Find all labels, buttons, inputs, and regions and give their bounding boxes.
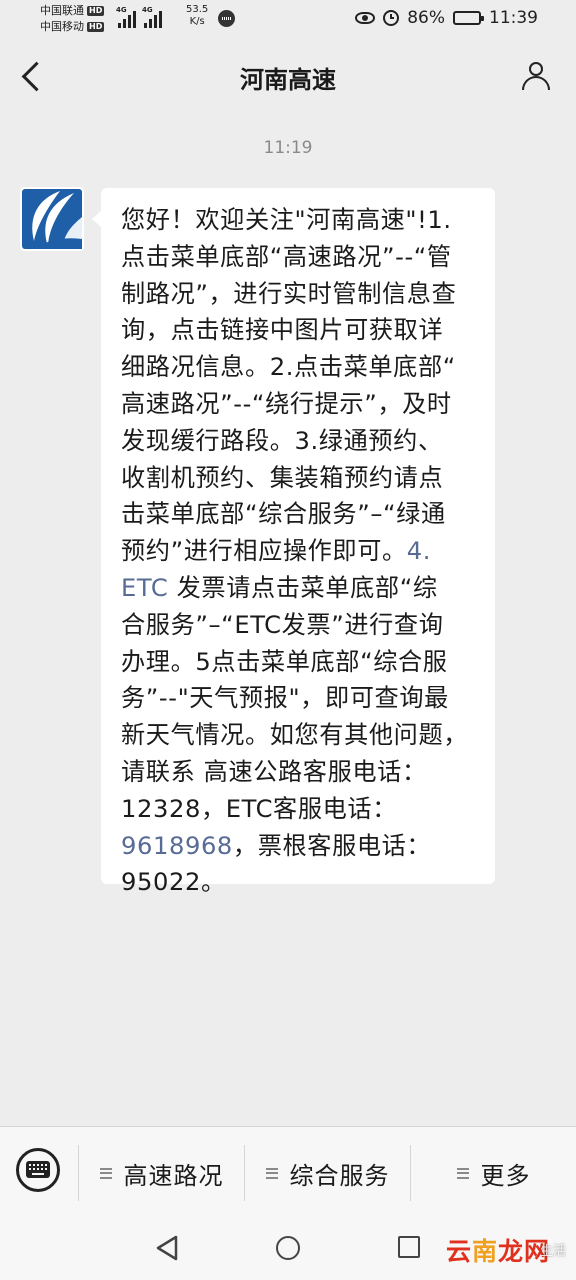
nav-recent-apps-icon[interactable] [398, 1236, 420, 1258]
watermark-logo: 云南龙网 [446, 1232, 550, 1268]
watermark-char: 龙 [498, 1237, 525, 1266]
system-nav-bar: 云南龙网 生活 [0, 1218, 576, 1280]
message-text-segment: ，票根客服电话： [232, 831, 432, 860]
net-speed-unit: K/s [189, 16, 205, 27]
nav-home-icon[interactable] [276, 1236, 300, 1260]
message-line: 务”--"天气预报"，即可查询最 [121, 684, 449, 713]
nav-back-icon[interactable] [154, 1234, 180, 1262]
signal-indicators: 4G 4G [116, 6, 162, 28]
hd-badge: HD [87, 6, 105, 16]
message-line: 高速路况”--“绕行提示”，及时 [121, 389, 452, 418]
menu-item-services[interactable]: 综合服务 [245, 1127, 410, 1219]
network-type-label: 4G [116, 6, 127, 14]
message-line: 制路况”，进行实时管制信息查 [121, 279, 457, 308]
message-line: 合服务”–“ETC发票”进行查询 [121, 610, 444, 639]
message-line: 您好！欢迎关注"河南高速"!1. [121, 206, 452, 234]
watermark-char: 云 [446, 1237, 473, 1266]
status-bar: 中国联通 HD 中国移动 HD 4G 4G 53.5 K/s 86% 11:39 [0, 0, 576, 40]
message-text-segment: 发票请点击菜单底部“综 [168, 573, 438, 602]
account-avatar[interactable] [20, 187, 84, 251]
official-account-menu: 高速路况 综合服务 更多 [0, 1126, 576, 1218]
message-line: 收割机预约、集装箱预约请点 [121, 463, 444, 492]
signal-strength-icon: 4G [142, 6, 162, 28]
menu-list-icon [99, 1167, 112, 1179]
network-type-label: 4G [142, 6, 153, 14]
message-line: 点击菜单底部“高速路况”--“管 [121, 242, 452, 271]
menu-list-icon [265, 1167, 278, 1179]
net-speed-value: 53.5 [186, 4, 209, 15]
profile-icon[interactable] [520, 60, 552, 92]
message-timestamp: 11:19 [263, 138, 313, 158]
message-line: 12328，ETC客服电话： [121, 794, 397, 823]
status-right-group: 86% 11:39 [355, 8, 538, 28]
message-line: 新天气情况。如您有其他问题， [121, 721, 469, 750]
carrier-1-label: 中国联通 [40, 4, 84, 17]
watermark-char: 南 [472, 1237, 499, 1266]
message-line-with-link: ETC 发票请点击菜单底部“综 [121, 570, 477, 607]
henan-expressway-logo-icon [20, 187, 84, 251]
message-text: 您好！欢迎关注"河南高速"!1. 点击菜单底部“高速路况”--“管 制路况”，进… [121, 202, 477, 901]
signal-strength-icon: 4G [116, 6, 136, 28]
message-line: 请联系 高速公路客服电话： [121, 757, 427, 786]
keyboard-toggle-icon[interactable] [16, 1148, 60, 1192]
message-line: 询，点击链接中图片可获取详 [121, 316, 444, 345]
hd-badge: HD [87, 22, 105, 32]
watermark-small-text: 生活 [539, 1244, 566, 1259]
eye-comfort-icon [355, 12, 376, 24]
menu-item-highway-conditions[interactable]: 高速路况 [79, 1127, 244, 1219]
net-speed: 53.5 K/s [186, 4, 208, 28]
message-bubble[interactable]: 您好！欢迎关注"河南高速"!1. 点击菜单底部“高速路况”--“管 制路况”，进… [92, 188, 495, 896]
message-line: 95022。 [121, 868, 226, 897]
message-line: 细路况信息。2.点击菜单底部“ [121, 353, 456, 382]
carrier-2-label: 中国移动 [40, 20, 84, 33]
menu-item-label: 更多 [480, 1161, 531, 1190]
voice-activity-icon [218, 10, 235, 27]
watermark: 云南龙网 生活 [432, 1230, 572, 1266]
battery-percent: 86% [407, 8, 445, 28]
alarm-icon [383, 10, 400, 26]
title-bar: 河南高速 [0, 40, 576, 114]
menu-item-more[interactable]: 更多 [411, 1127, 576, 1219]
message-line: 办理。5点击菜单底部“综合服 [121, 647, 448, 676]
message-line: 发现缓行路段。3.绿通预约、 [121, 426, 443, 455]
menu-item-label: 高速路况 [123, 1161, 224, 1190]
page-title: 河南高速 [240, 66, 336, 94]
chat-area[interactable]: 11:19 您好！欢迎关注"河南高速"!1. 点击菜单底部“高速路况”--“管 … [0, 114, 576, 1126]
menu-item-label: 综合服务 [289, 1161, 390, 1190]
message-line-with-link: 预约”进行相应操作即可。4. [121, 533, 477, 570]
carrier-line-2: 中国移动 HD [40, 19, 105, 35]
message-line: 击菜单底部“综合服务”–“绿通 [121, 500, 446, 529]
phone-link[interactable]: ETC [121, 574, 168, 602]
phone-link[interactable]: 9618968 [121, 832, 233, 860]
message-line-with-link: 9618968，票根客服电话： [121, 828, 477, 865]
carrier-line-1: 中国联通 HD [40, 3, 105, 19]
carrier-info: 中国联通 HD 中国移动 HD [40, 3, 105, 35]
menu-list-icon [456, 1167, 469, 1179]
battery-icon [453, 11, 484, 25]
phone-link[interactable]: 4. [407, 537, 431, 565]
clock-time: 11:39 [489, 8, 538, 28]
message-text-segment: 预约”进行相应操作即可。 [121, 537, 407, 566]
